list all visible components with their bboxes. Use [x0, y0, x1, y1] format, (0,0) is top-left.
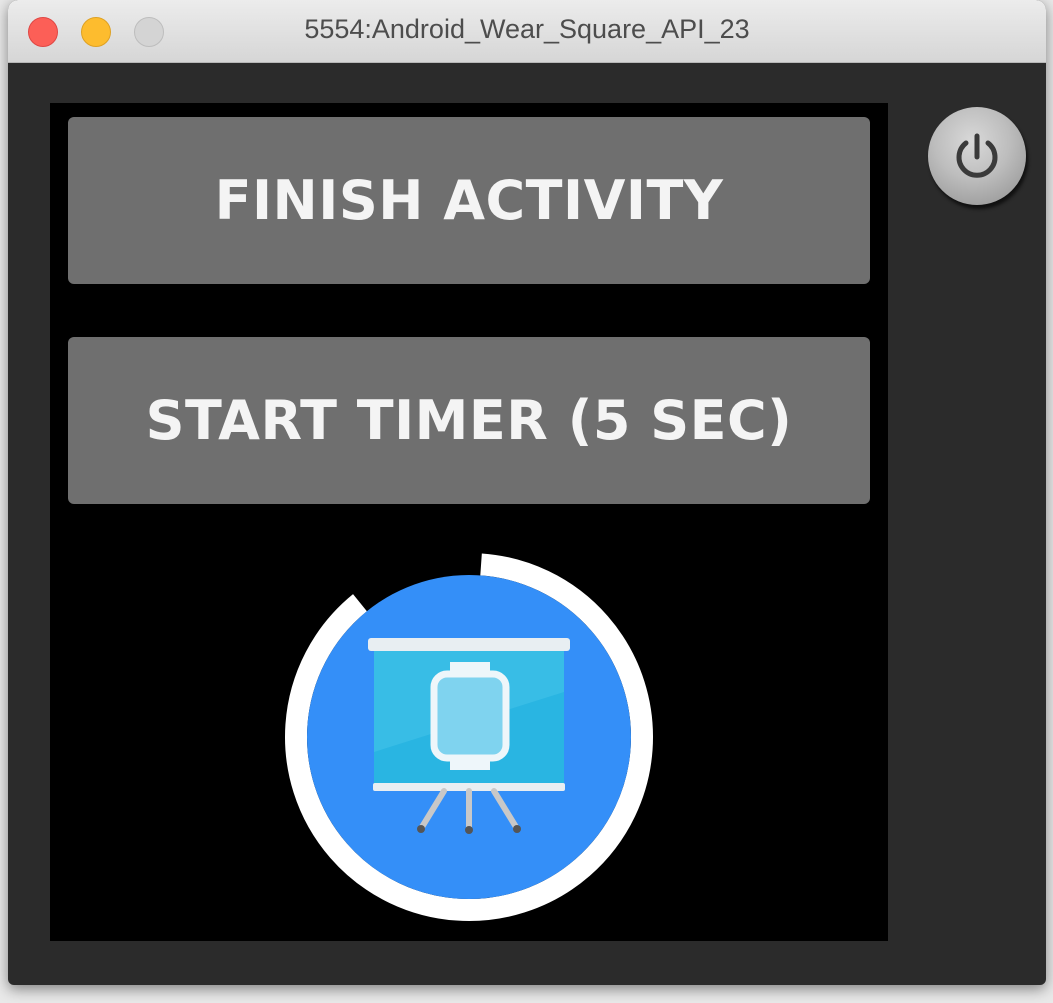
confirmation-timer-button[interactable] — [284, 552, 654, 922]
finish-activity-button[interactable]: FINISH ACTIVITY — [68, 117, 870, 284]
watch-screen[interactable]: FINISH ACTIVITY START TIMER (5 SEC) — [50, 103, 888, 941]
start-timer-button[interactable]: START TIMER (5 SEC) — [68, 337, 870, 504]
title-bar[interactable]: 5554:Android_Wear_Square_API_23 — [8, 0, 1046, 63]
minimize-window-button[interactable] — [81, 17, 111, 47]
window-title: 5554:Android_Wear_Square_API_23 — [304, 14, 750, 44]
close-window-button[interactable] — [28, 17, 58, 47]
zoom-window-button[interactable] — [134, 17, 164, 47]
timer-ring — [285, 553, 653, 921]
power-icon — [956, 133, 998, 178]
emulator-window: 5554:Android_Wear_Square_API_23 FINISH A… — [8, 0, 1046, 985]
power-button[interactable] — [928, 107, 1026, 205]
